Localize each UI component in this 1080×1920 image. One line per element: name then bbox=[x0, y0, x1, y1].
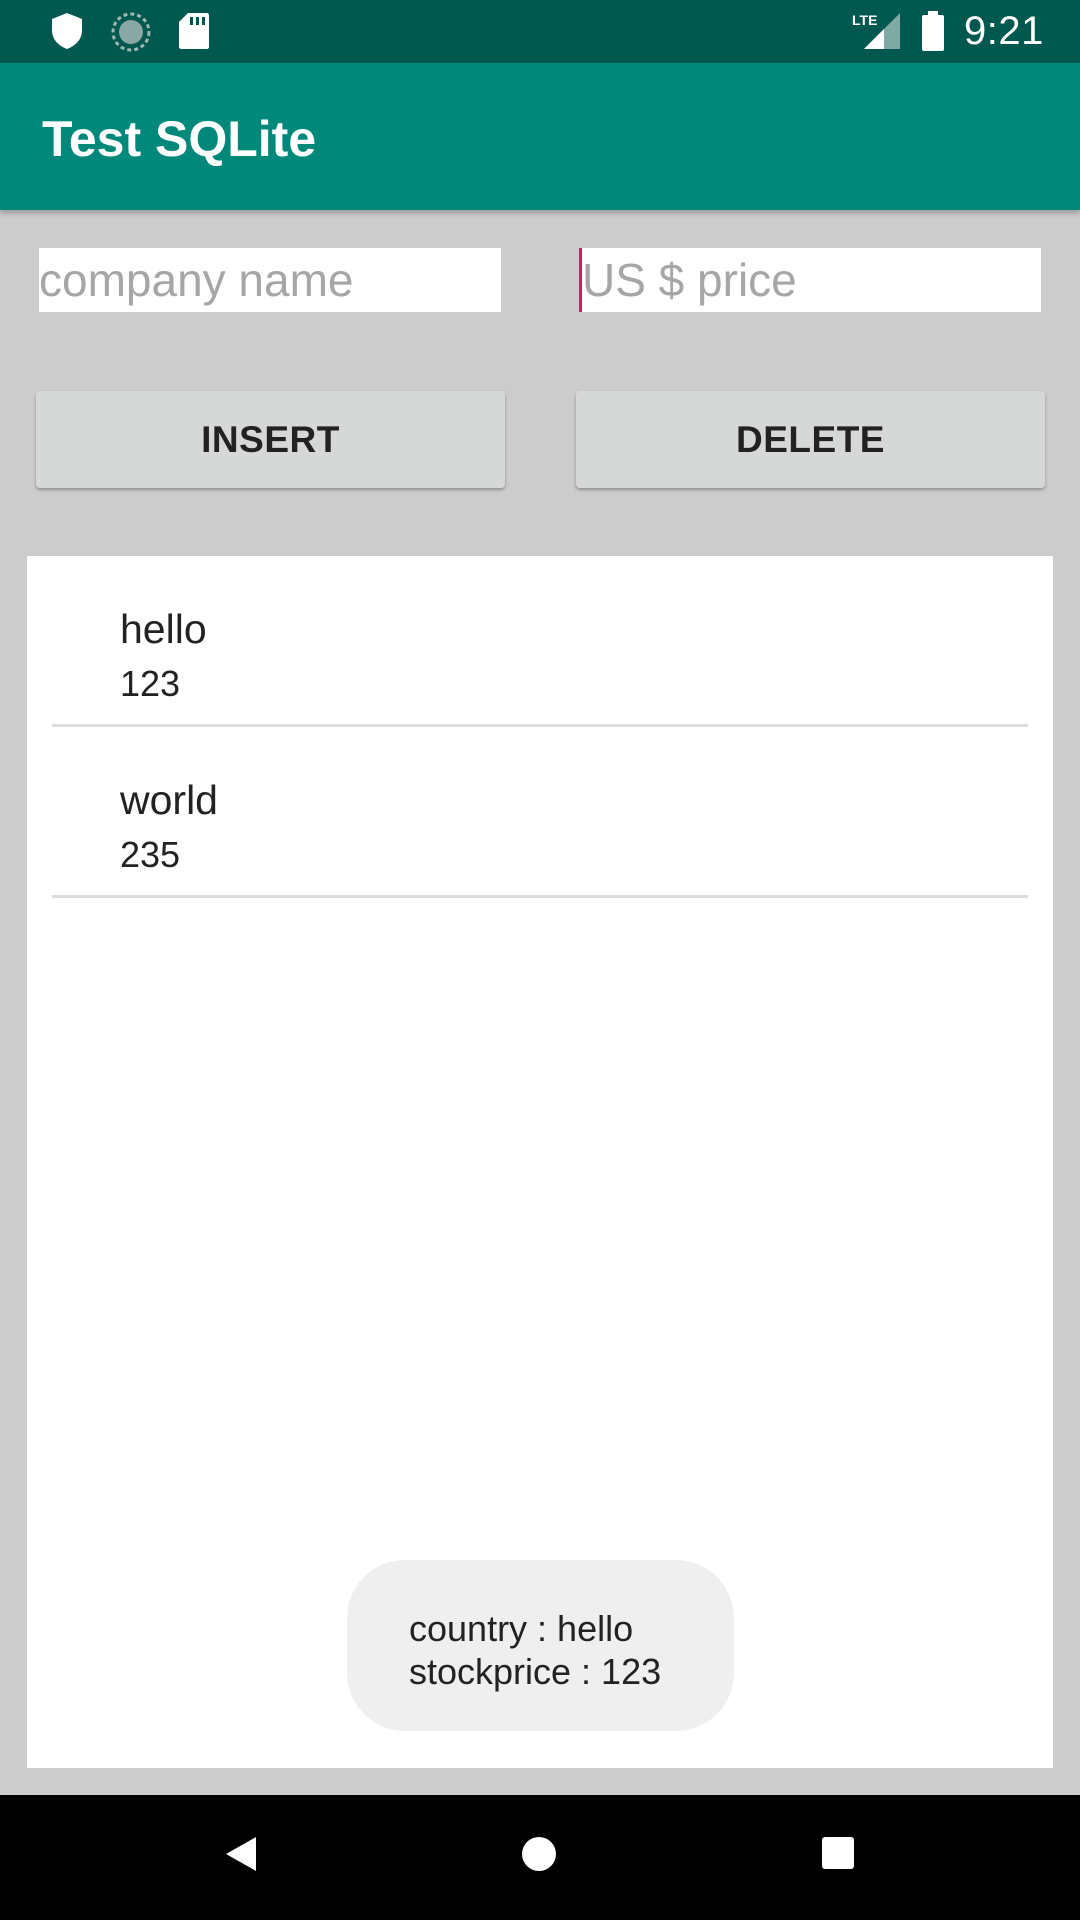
svg-text:LTE: LTE bbox=[852, 12, 877, 28]
item-price: 235 bbox=[120, 834, 181, 875]
back-icon[interactable] bbox=[224, 1835, 258, 1878]
sync-icon bbox=[111, 12, 151, 57]
app-bar: Test SQLite bbox=[0, 63, 1080, 210]
toast-line-stockprice: stockprice : 123 bbox=[409, 1651, 662, 1692]
list-item[interactable]: world 235 bbox=[52, 727, 1028, 898]
price-input[interactable] bbox=[579, 248, 1041, 312]
clock: 9:21 bbox=[964, 9, 1044, 53]
toast-message: country : hello stockprice : 123 bbox=[347, 1560, 734, 1731]
sd-card-icon bbox=[178, 12, 210, 55]
list-item[interactable]: hello 123 bbox=[52, 556, 1028, 727]
screen: LTE 9:21 Test SQLite INSERT DELETE hello… bbox=[0, 0, 1080, 1920]
status-bar: LTE 9:21 bbox=[0, 0, 1080, 63]
app-title: Test SQLite bbox=[42, 111, 317, 167]
toast-line-country: country : hello bbox=[409, 1608, 634, 1649]
battery-icon bbox=[921, 11, 945, 56]
delete-button[interactable]: DELETE bbox=[576, 391, 1045, 488]
shield-icon bbox=[50, 12, 84, 55]
company-name-input[interactable] bbox=[39, 248, 501, 312]
lte-signal-icon: LTE bbox=[852, 11, 902, 56]
item-name: hello bbox=[120, 606, 207, 652]
navigation-bar bbox=[0, 1795, 1080, 1920]
insert-button[interactable]: INSERT bbox=[36, 391, 505, 488]
home-icon[interactable] bbox=[520, 1835, 558, 1878]
item-price: 123 bbox=[120, 663, 181, 704]
item-name: world bbox=[120, 777, 218, 823]
recents-icon[interactable] bbox=[820, 1835, 856, 1876]
